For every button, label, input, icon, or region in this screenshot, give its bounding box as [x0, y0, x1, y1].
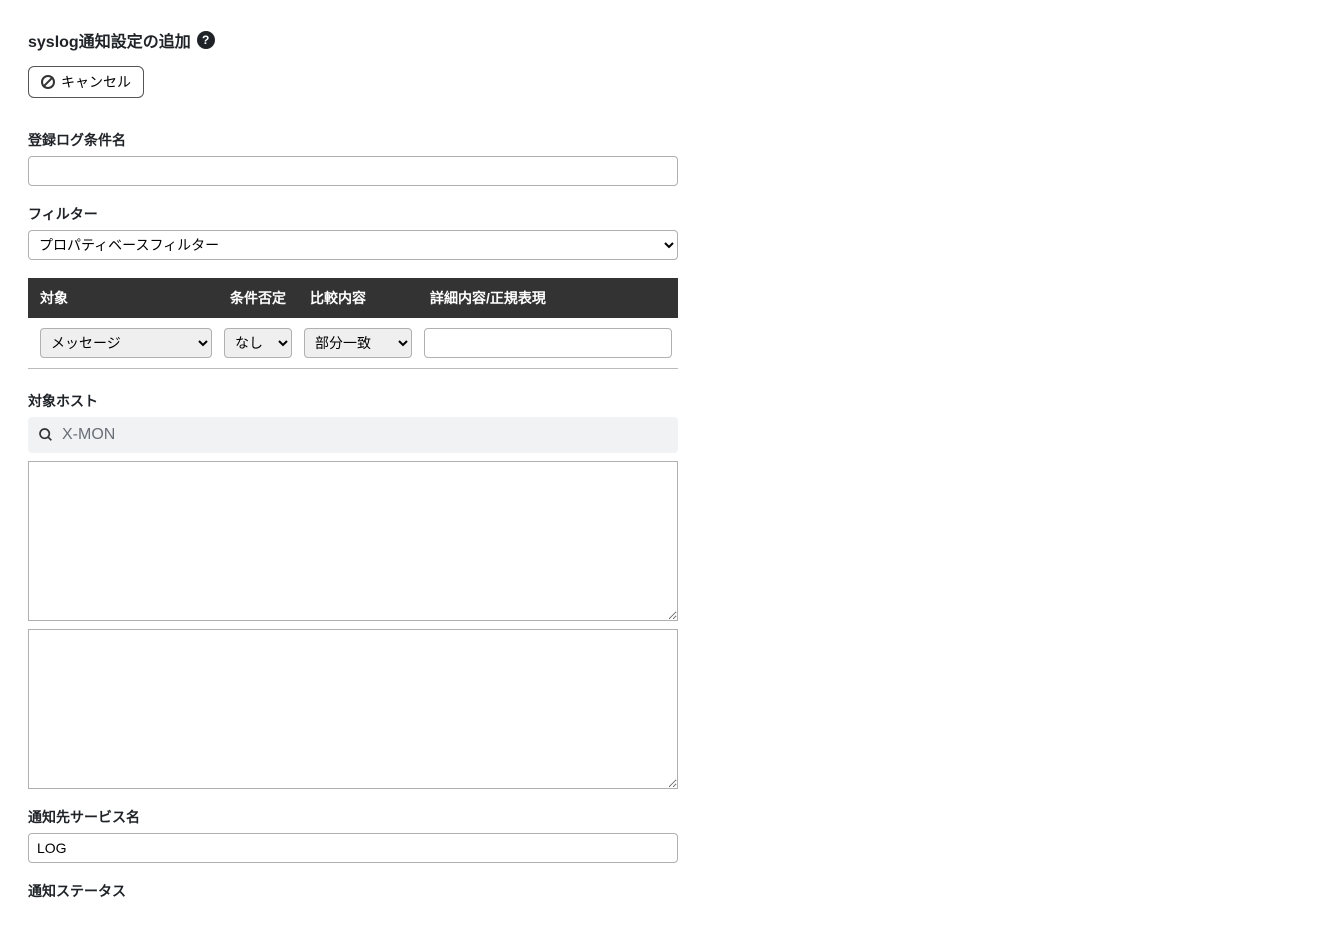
status-label: 通知ステータス	[28, 881, 678, 901]
cancel-icon	[41, 75, 55, 89]
detail-input[interactable]	[424, 328, 672, 358]
hosts-box-2[interactable]	[28, 629, 678, 789]
hosts-box-1[interactable]	[28, 461, 678, 621]
col-target: 対象	[28, 278, 218, 318]
filter-label: フィルター	[28, 204, 678, 224]
name-input[interactable]	[28, 156, 678, 186]
negate-select[interactable]: なし	[224, 328, 292, 358]
divider	[28, 368, 678, 369]
service-label: 通知先サービス名	[28, 807, 678, 827]
hosts-label: 対象ホスト	[28, 391, 678, 411]
col-negate: 条件否定	[218, 278, 298, 318]
name-label: 登録ログ条件名	[28, 130, 678, 150]
cancel-button[interactable]: キャンセル	[28, 66, 144, 98]
filter-table: 対象 条件否定 比較内容 詳細内容/正規表現 メッセージ なし	[28, 278, 678, 368]
service-input[interactable]	[28, 833, 678, 863]
cancel-label: キャンセル	[61, 72, 131, 92]
target-select[interactable]: メッセージ	[40, 328, 212, 358]
col-detail: 詳細内容/正規表現	[418, 278, 678, 318]
search-icon	[38, 427, 54, 443]
page-title: syslog通知設定の追加	[28, 28, 191, 52]
filter-select[interactable]: プロパティベースフィルター	[28, 230, 678, 260]
col-compare: 比較内容	[298, 278, 418, 318]
help-icon[interactable]: ?	[197, 31, 215, 49]
compare-select[interactable]: 部分一致	[304, 328, 412, 358]
host-search-input[interactable]	[60, 425, 668, 445]
host-search[interactable]	[28, 417, 678, 453]
